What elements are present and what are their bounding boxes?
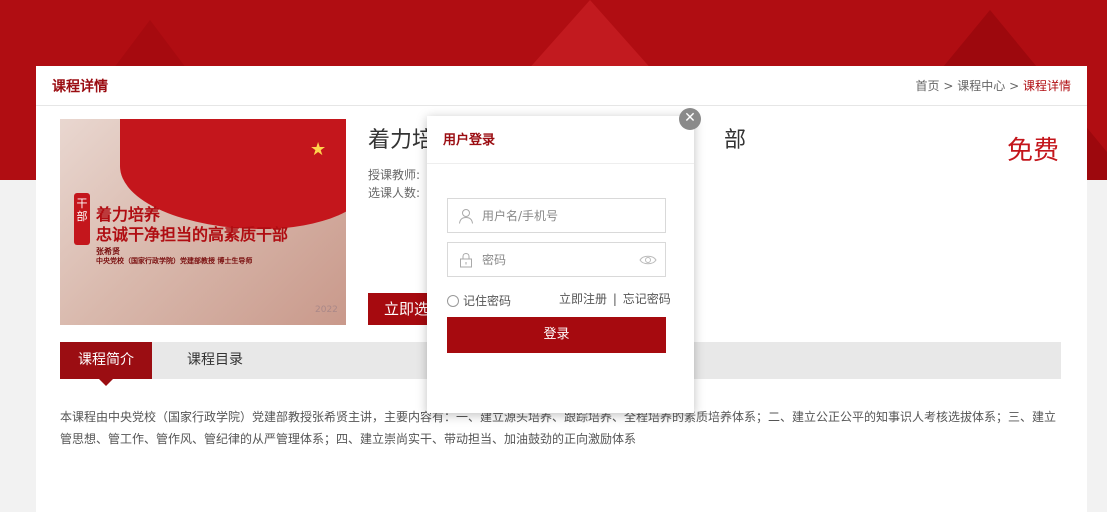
eye-icon[interactable]	[639, 253, 657, 267]
register-link[interactable]: 立即注册	[559, 292, 607, 306]
page-title: 课程详情	[52, 78, 108, 95]
cover-year: 2022	[315, 305, 338, 315]
close-icon[interactable]: ✕	[679, 108, 701, 130]
breadcrumb-course-center[interactable]: 课程中心	[957, 79, 1005, 93]
password-field[interactable]	[447, 242, 666, 277]
cover-tag: 干部	[74, 193, 90, 245]
password-input[interactable]	[482, 250, 632, 270]
remember-radio[interactable]	[447, 294, 459, 307]
tab-intro[interactable]: 课程简介	[60, 342, 152, 386]
forgot-password-link[interactable]: 忘记密码	[623, 292, 671, 306]
enrolled-label: 选课人数:	[368, 186, 421, 200]
course-cover-image: ★ 干部 着力培养 忠诚干净担当的高素质干部 张希贤 中央党校（国家行政学院）党…	[60, 119, 346, 325]
breadcrumb-separator: >	[943, 79, 954, 93]
username-input[interactable]	[482, 206, 632, 226]
login-modal: 用户登录 记住密码 立即注册 | 忘记密码 登录	[427, 116, 694, 413]
user-icon	[459, 209, 473, 224]
breadcrumb: 首页 > 课程中心 > 课程详情	[916, 77, 1071, 94]
remember-label: 记住密码	[463, 294, 512, 308]
course-title-visible: 着力培	[368, 128, 435, 153]
tab-catalog[interactable]: 课程目录	[175, 342, 255, 379]
card-header: 课程详情 首页 > 课程中心 > 课程详情	[36, 66, 1087, 106]
teacher-label: 授课教师:	[368, 168, 421, 182]
login-modal-title: 用户登录	[427, 116, 694, 164]
star-icon: ★	[310, 139, 327, 160]
lock-icon	[460, 252, 472, 268]
username-field[interactable]	[447, 198, 666, 233]
cover-line2: 忠诚干净担当的高素质干部	[96, 225, 289, 244]
course-title-tail: 部	[724, 128, 747, 153]
login-button[interactable]: 登录	[447, 317, 666, 353]
breadcrumb-current: 课程详情	[1022, 79, 1071, 93]
price-label: 免费	[1006, 136, 1059, 166]
cover-line4: 中央党校（国家行政学院）党建部教授 博士生导师	[96, 257, 253, 265]
breadcrumb-home[interactable]: 首页	[916, 79, 940, 93]
breadcrumb-separator: >	[1009, 79, 1020, 93]
link-separator: |	[612, 292, 617, 306]
account-links: 立即注册 | 忘记密码	[558, 290, 672, 307]
remember-password[interactable]: 记住密码	[447, 292, 511, 309]
